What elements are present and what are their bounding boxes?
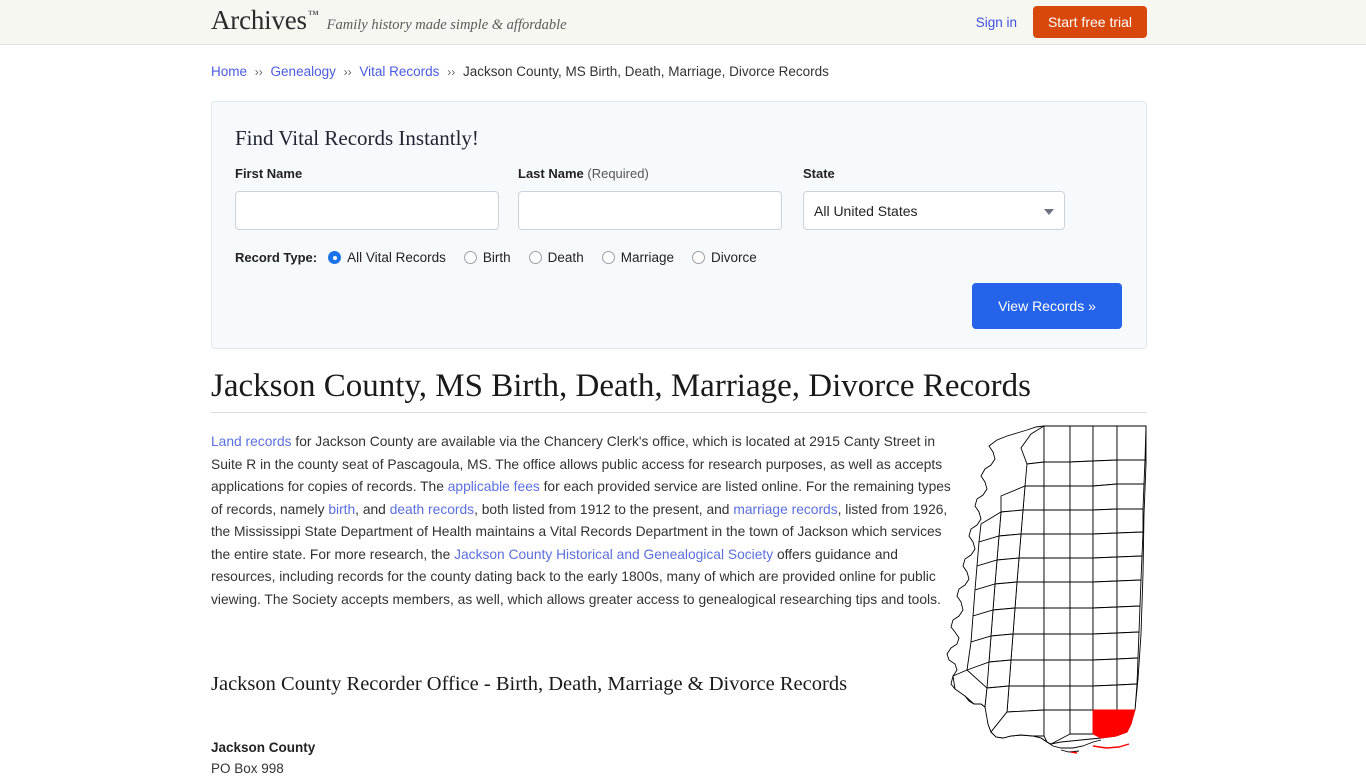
radio-button-icon [463,251,477,264]
radio-all-vital-records[interactable]: All Vital Records [328,250,446,265]
brand-name: Archives [211,5,307,35]
header-actions: Sign in Start free trial [976,6,1147,38]
first-name-label: First Name [235,166,303,181]
mississippi-map-svg [946,425,1147,754]
radio-divorce[interactable]: Divorce [691,250,757,265]
breadcrumb-separator-icon: ›› [343,65,352,79]
intro-paragraph: Land records for Jackson County are avai… [211,431,951,611]
last-name-field-group: Last Name (Required) [518,166,782,230]
body-link[interactable]: Jackson County Historical and Genealogic… [454,547,773,562]
breadcrumb-item-current: Jackson County, MS Birth, Death, Marriag… [462,64,829,79]
radio-label-divorce: Divorce [710,250,757,265]
first-name-input[interactable] [235,191,499,230]
state-select-wrapper: All United States [803,191,1065,230]
body-text: , both listed from 1912 to the present, … [474,501,734,517]
breadcrumb-item-vital-records[interactable]: Vital Records [359,64,439,79]
brand-tagline: Family history made simple & affordable [326,17,567,33]
state-select-value: All United States [814,202,918,219]
map-counties [946,425,1147,745]
office-name: Jackson County [211,740,316,755]
recorder-office-subheading: Jackson County Recorder Office - Birth, … [211,673,848,695]
body-link[interactable]: birth [328,502,355,517]
radio-button-icon [528,251,542,264]
record-type-row: Record Type: All Vital Records Birth Dea… [235,250,775,265]
recorder-office-address: Jackson County PO Box 998 [211,737,315,779]
state-select[interactable]: All United States [803,191,1065,230]
radio-marriage[interactable]: Marriage [601,250,674,265]
breadcrumb-item-home[interactable]: Home [211,64,247,79]
radio-label-all-vital-records: All Vital Records [347,250,446,265]
barrier-islands-highlight [1070,743,1130,754]
last-name-label-text: Last Name [518,166,584,181]
radio-button-icon [328,251,342,264]
state-label: State [803,166,835,181]
breadcrumb-item-genealogy[interactable]: Genealogy [271,64,336,79]
office-address-line: PO Box 998 [211,761,284,776]
view-records-button[interactable]: View Records » [972,283,1122,329]
body-link[interactable]: marriage records [733,502,837,517]
vital-records-search-panel: Find Vital Records Instantly! First Name… [211,101,1147,349]
title-divider [211,412,1147,413]
state-field-group: State All United States [803,166,1065,230]
breadcrumb-separator-icon: ›› [254,65,263,79]
search-panel-title: Find Vital Records Instantly! [235,126,479,150]
breadcrumb-separator-icon: ›› [447,65,456,79]
sign-in-link[interactable]: Sign in [976,15,1017,30]
last-name-input[interactable] [518,191,782,230]
body-link[interactable]: death records [390,502,474,517]
body-link[interactable]: Land records [211,434,292,449]
breadcrumb: Home ›› Genealogy ›› Vital Records ›› Ja… [211,64,829,79]
radio-label-marriage: Marriage [620,250,674,265]
radio-birth[interactable]: Birth [463,250,511,265]
radio-death[interactable]: Death [528,250,584,265]
radio-label-death: Death [547,250,584,265]
body-text: , and [355,501,390,517]
first-name-field-group: First Name [235,166,499,230]
mississippi-county-map [941,424,1153,758]
record-type-label: Record Type: [235,250,318,265]
radio-label-birth: Birth [482,250,511,265]
radio-button-icon [691,251,705,264]
site-header: Archives ™ Family history made simple & … [0,0,1366,45]
jackson-county-highlight [1092,709,1136,739]
page-title: Jackson County, MS Birth, Death, Marriag… [211,368,1031,404]
body-link[interactable]: applicable fees [448,479,540,494]
brand-logo[interactable]: Archives ™ Family history made simple & … [211,7,567,34]
last-name-label: Last Name (Required) [518,166,782,181]
radio-button-icon [601,251,615,264]
trademark-icon: ™ [307,9,319,21]
last-name-required-note: (Required) [587,166,649,181]
start-free-trial-button[interactable]: Start free trial [1032,6,1147,38]
